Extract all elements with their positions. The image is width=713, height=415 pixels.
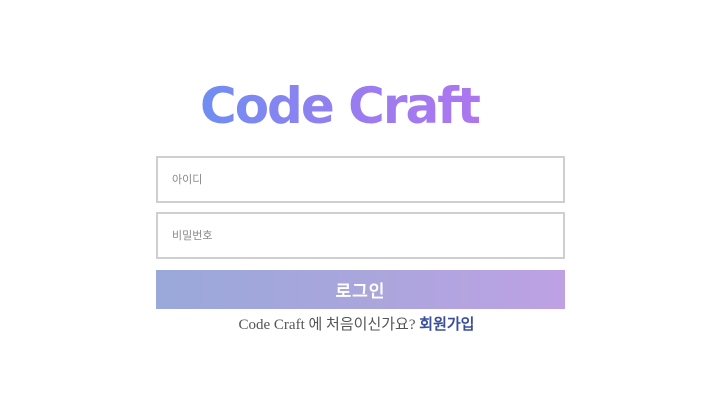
password-input[interactable]: [156, 212, 565, 259]
signup-link[interactable]: 회원가입: [419, 317, 474, 333]
signup-prompt-row: Code Craft 에 처음이신가요? 회원가입: [0, 313, 713, 334]
username-input[interactable]: [156, 156, 565, 203]
brand-logo: Code Craft: [200, 74, 500, 138]
signup-prompt-text: Code Craft 에 처음이신가요?: [238, 317, 420, 333]
login-button[interactable]: 로그인: [156, 270, 565, 309]
